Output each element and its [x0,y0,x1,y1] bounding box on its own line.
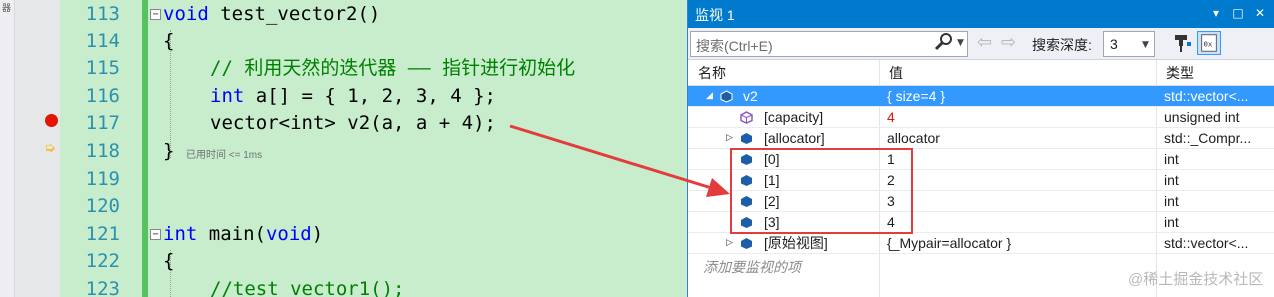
fold-toggle-icon[interactable]: − [150,9,161,20]
watch-type: int [1164,193,1179,209]
line-number: 115 [85,57,120,79]
search-input[interactable]: 搜索(Ctrl+E) [690,31,968,57]
search-icon[interactable] [934,32,954,52]
watermark: @稀土掘金技术社区 [1128,271,1264,288]
window-dropdown-icon[interactable]: ▾ [1208,5,1224,21]
watch-title: 监视 1 [695,7,735,23]
code-line-113: void test_vector2() [163,1,380,28]
code-line-117: vector<int> v2(a, a + 4); [210,112,496,134]
line-number: 121 [85,223,120,245]
close-icon[interactable]: ✕ [1252,5,1268,21]
object-icon [741,133,752,144]
line-number: 119 [85,168,120,190]
keyword: int [210,85,245,107]
watch-row[interactable]: ▷ [allocator] allocator std::_Compr... [688,128,1274,149]
watch-type: std::vector<... [1164,235,1249,251]
keyword: void [163,3,209,25]
code-line-115: // 利用天然的迭代器 —— 指针进行初始化 [210,57,576,79]
watch-type: std::_Compr... [1164,130,1252,146]
code-line-116: int a[] = { 1, 2, 3, 4 }; [210,83,496,110]
code-text: a[] = { 1, 2, 3, 4 }; [244,85,496,107]
watch-name: [capacity] [764,109,824,125]
watch-type: unsigned int [1164,109,1240,125]
code-text: ) [311,223,324,245]
watch-value[interactable]: { size=4 } [887,86,945,107]
property-icon [740,111,753,124]
watch-name: v2 [743,88,758,104]
expand-toggle-icon[interactable]: ▷ [726,128,733,149]
expand-toggle-icon[interactable]: ▷ [726,233,733,254]
hex-display-icon[interactable]: 0x [1197,31,1221,55]
watch-type: int [1164,151,1179,167]
watch-title-bar[interactable]: 监视 1 ▾ □ ✕ [688,0,1274,28]
watch-type: std::vector<... [1164,88,1249,104]
column-header-name[interactable]: 名称 [688,60,879,86]
side-tool-strip: 器 [0,0,15,297]
keyword: int [163,223,198,245]
fold-toggle-icon[interactable]: − [150,229,161,240]
column-header-type[interactable]: 类型 [1156,60,1274,86]
line-number: 114 [85,30,120,52]
object-icon [720,90,733,103]
expand-toggle-icon[interactable]: ◢ [706,86,713,107]
code-line-122: { [163,250,175,272]
line-number: 117 [85,112,120,134]
watch-row[interactable]: ▷ [原始视图] {_Mypair=allocator } std::vecto… [688,233,1274,254]
watch-name: [原始视图] [764,235,828,251]
breakpoint-icon[interactable] [45,114,58,127]
pin-icon[interactable] [1172,32,1194,54]
object-icon [741,238,752,249]
search-options-dropdown-icon[interactable]: ▼ [957,38,964,48]
watch-row[interactable]: [capacity] 4 unsigned int [688,107,1274,128]
code-line-121: int main(void) [163,221,323,248]
execution-arrow-icon: ➭ [44,140,56,156]
column-header-value[interactable]: 值 [879,60,1156,86]
search-depth-label: 搜索深度: [1032,37,1092,53]
watch-value[interactable]: allocator [887,128,940,149]
watch-name: [allocator] [764,130,825,146]
code-line-114: { [163,30,175,52]
code-editor[interactable]: 器 ➭ 113 114 115 116 117 118 119 120 121 … [0,0,687,297]
line-number: 123 [85,278,120,297]
svg-text:0x: 0x [1204,40,1213,49]
keyword: void [265,223,312,245]
watch-row[interactable]: ◢ v2 { size=4 } std::vector<... [688,86,1274,107]
code-line-118: } [163,140,175,162]
line-number: 113 [85,3,120,25]
add-watch-hint[interactable]: 添加要监视的项 [703,257,801,277]
line-number: 116 [85,85,120,107]
side-tab-label[interactable]: 器 [2,1,11,14]
watch-value[interactable]: {_Mypair=allocator } [887,233,1011,254]
line-number: 120 [85,195,120,217]
perf-tip[interactable]: 已用时间 <= 1ms [186,146,262,161]
watch-type: int [1164,214,1179,230]
code-line-123: //test_vector1(); [210,278,405,297]
line-number: 118 [85,140,120,162]
maximize-icon[interactable]: □ [1230,5,1246,21]
code-text: main( [197,223,266,245]
annotation-highlight-box [730,148,913,234]
code-text: test_vector2() [208,3,381,25]
search-forward-icon[interactable]: ⇨ [1001,32,1016,54]
watch-value[interactable]: 4 [887,107,895,128]
chevron-down-icon[interactable]: ▼ [1142,40,1149,50]
search-back-icon[interactable]: ⇦ [977,32,992,54]
watch-type: int [1164,172,1179,188]
line-number: 122 [85,250,120,272]
